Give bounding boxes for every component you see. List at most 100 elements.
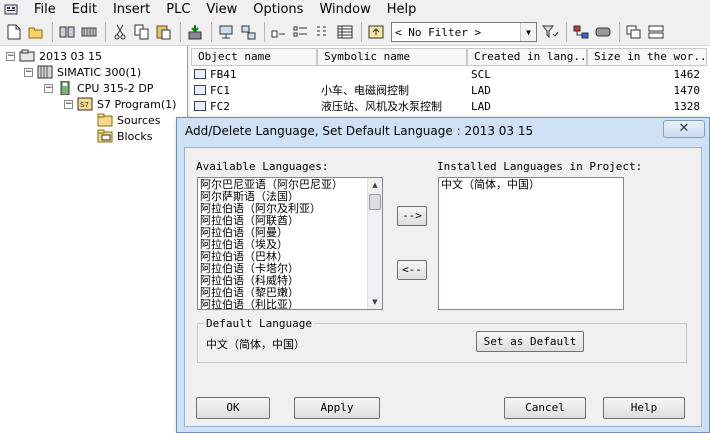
paste-icon[interactable] xyxy=(154,22,174,42)
tree-node-blocks[interactable]: Blocks xyxy=(97,128,152,144)
offline-icon[interactable] xyxy=(238,22,258,42)
new-icon[interactable] xyxy=(4,22,24,42)
list-view-icon[interactable] xyxy=(313,22,333,42)
memory-card-icon[interactable] xyxy=(79,22,99,42)
filter-value: < No Filter > xyxy=(395,25,482,39)
tree-node-station[interactable]: − SIMATIC 300(1) xyxy=(24,64,141,80)
toolbar: < No Filter > ▼ xyxy=(0,19,710,46)
toolbar-separator xyxy=(52,22,53,42)
blocks-folder-icon xyxy=(97,129,113,143)
available-languages-list[interactable]: 阿尔巴尼亚语（阿尔巴尼亚） 阿尔萨斯语（法国） 阿拉伯语（阿尔及利亚） 阿拉伯语（阿联… xyxy=(197,177,383,310)
available-list-scrollbar[interactable]: ▲ ▼ xyxy=(367,178,382,309)
tree-node-sources[interactable]: Sources xyxy=(97,112,161,128)
collapse-toggle[interactable]: − xyxy=(44,83,53,93)
menu-options[interactable]: Options xyxy=(245,0,311,19)
add-language-button[interactable]: --> xyxy=(397,206,427,226)
table-row[interactable]: FC2 液压站、风机及水泵控制 LAD 1328 xyxy=(194,98,708,116)
remove-language-button[interactable]: <-- xyxy=(397,260,427,280)
help-button[interactable]: Help xyxy=(603,397,685,419)
chevron-down-icon[interactable]: ▼ xyxy=(520,23,536,41)
default-language-group-label: Default Language xyxy=(204,317,314,330)
tree-node-program[interactable]: − S7 S7 Program(1) xyxy=(64,96,176,112)
available-languages-label: Available Languages: xyxy=(196,160,329,173)
tree-label: Sources xyxy=(117,113,161,127)
collapse-toggle[interactable]: − xyxy=(64,99,73,109)
tree-label: S7 Program(1) xyxy=(97,97,177,111)
download-icon[interactable] xyxy=(185,22,205,42)
scroll-down-icon[interactable]: ▼ xyxy=(368,295,382,309)
available-language-item[interactable]: 阿拉伯语（利比亚） xyxy=(198,299,368,310)
default-language-value: 中文（简体，中国） xyxy=(206,338,305,351)
window-arrange-icon[interactable] xyxy=(624,22,644,42)
installed-languages-list[interactable]: 中文（简体，中国） xyxy=(438,177,624,310)
object-name-cell: FB41 xyxy=(210,68,237,81)
menu-edit[interactable]: Edit xyxy=(64,0,105,19)
cut-icon[interactable] xyxy=(110,22,130,42)
toolbar-separator xyxy=(566,22,567,42)
menu-window[interactable]: Window xyxy=(311,0,378,19)
online-icon[interactable] xyxy=(216,22,236,42)
menu-insert[interactable]: Insert xyxy=(105,0,158,19)
available-items: 阿尔巴尼亚语（阿尔巴尼亚） 阿尔萨斯语（法国） 阿拉伯语（阿尔及利亚） 阿拉伯语（阿联… xyxy=(198,179,368,310)
block-icon xyxy=(194,69,206,79)
tree-node-cpu[interactable]: − CPU 315-2 DP xyxy=(44,80,153,96)
installed-language-item[interactable]: 中文（简体，中国） xyxy=(439,179,621,191)
simulation-icon[interactable] xyxy=(593,22,613,42)
symbolic-name-cell: 液压站、风机及水泵控制 xyxy=(321,100,442,113)
filter-select[interactable]: < No Filter > ▼ xyxy=(391,22,537,42)
dialog-titlebar[interactable]: Add/Delete Language, Set Default Languag… xyxy=(177,118,709,146)
ok-button[interactable]: OK xyxy=(196,397,270,419)
scroll-up-icon[interactable]: ▲ xyxy=(368,178,382,192)
set-default-button[interactable]: Set as Default xyxy=(476,331,584,352)
open-folder-icon[interactable] xyxy=(26,22,46,42)
tree-label: Blocks xyxy=(117,129,153,143)
apply-button[interactable]: Apply xyxy=(294,397,380,419)
column-header-size[interactable]: Size in the wor... xyxy=(587,48,707,66)
scroll-thumb[interactable] xyxy=(369,194,381,210)
sources-folder-icon xyxy=(97,113,113,127)
tree-label: 2013 03 15 xyxy=(39,49,102,63)
collapse-toggle[interactable]: − xyxy=(6,51,15,61)
toolbar-separator xyxy=(619,22,620,42)
toolbar-separator xyxy=(180,22,181,42)
object-name-cell: FC2 xyxy=(210,100,230,113)
default-language-group: Default Language 中文（简体，中国） Set as Defaul… xyxy=(197,317,687,363)
s7-program-icon: S7 xyxy=(77,97,93,111)
menu-help[interactable]: Help xyxy=(379,0,425,19)
menu-file[interactable]: File xyxy=(26,0,64,19)
column-header-created-in-language[interactable]: Created in lang... xyxy=(467,48,587,66)
details-view-icon[interactable] xyxy=(335,22,355,42)
station-icon xyxy=(37,65,53,79)
collapse-toggle[interactable]: − xyxy=(24,67,33,77)
toolbar-separator xyxy=(105,22,106,42)
dialog-title: Add/Delete Language, Set Default Languag… xyxy=(185,124,534,138)
up-one-level-icon[interactable] xyxy=(366,22,386,42)
menu-view[interactable]: View xyxy=(198,0,245,19)
tree-label: CPU 315-2 DP xyxy=(77,81,154,95)
menu-plc[interactable]: PLC xyxy=(158,0,198,19)
small-icons-icon[interactable] xyxy=(291,22,311,42)
block-icon xyxy=(194,101,206,111)
copy-icon[interactable] xyxy=(132,22,152,42)
close-icon[interactable]: ✕ xyxy=(663,120,705,138)
project-icon xyxy=(19,49,35,62)
toolbar-separator xyxy=(264,22,265,42)
cancel-button[interactable]: Cancel xyxy=(504,397,586,419)
accessible-nodes-icon[interactable] xyxy=(57,22,77,42)
tile-windows-icon[interactable] xyxy=(646,22,666,42)
menu-bar: File Edit Insert PLC View Options Window… xyxy=(0,0,710,19)
simatic-manager-icon[interactable] xyxy=(4,3,20,17)
large-icons-icon[interactable] xyxy=(269,22,289,42)
toolbar-separator xyxy=(211,22,212,42)
tree-node-project[interactable]: − 2013 03 15 xyxy=(6,48,102,64)
block-icon xyxy=(194,85,206,95)
filter-icon[interactable] xyxy=(540,22,560,42)
column-header-object-name[interactable]: Object name xyxy=(191,48,317,66)
project-tree: − 2013 03 15 − SIMATIC 300(1) − CPU 315-… xyxy=(0,46,188,433)
column-header-symbolic-name[interactable]: Symbolic name xyxy=(317,48,467,66)
tree-label: SIMATIC 300(1) xyxy=(57,65,142,79)
size-cell: 1328 xyxy=(673,100,701,113)
cpu-icon xyxy=(60,81,70,95)
dialog-body: Available Languages: Installed Languages… xyxy=(184,147,702,427)
configure-network-icon[interactable] xyxy=(571,22,591,42)
